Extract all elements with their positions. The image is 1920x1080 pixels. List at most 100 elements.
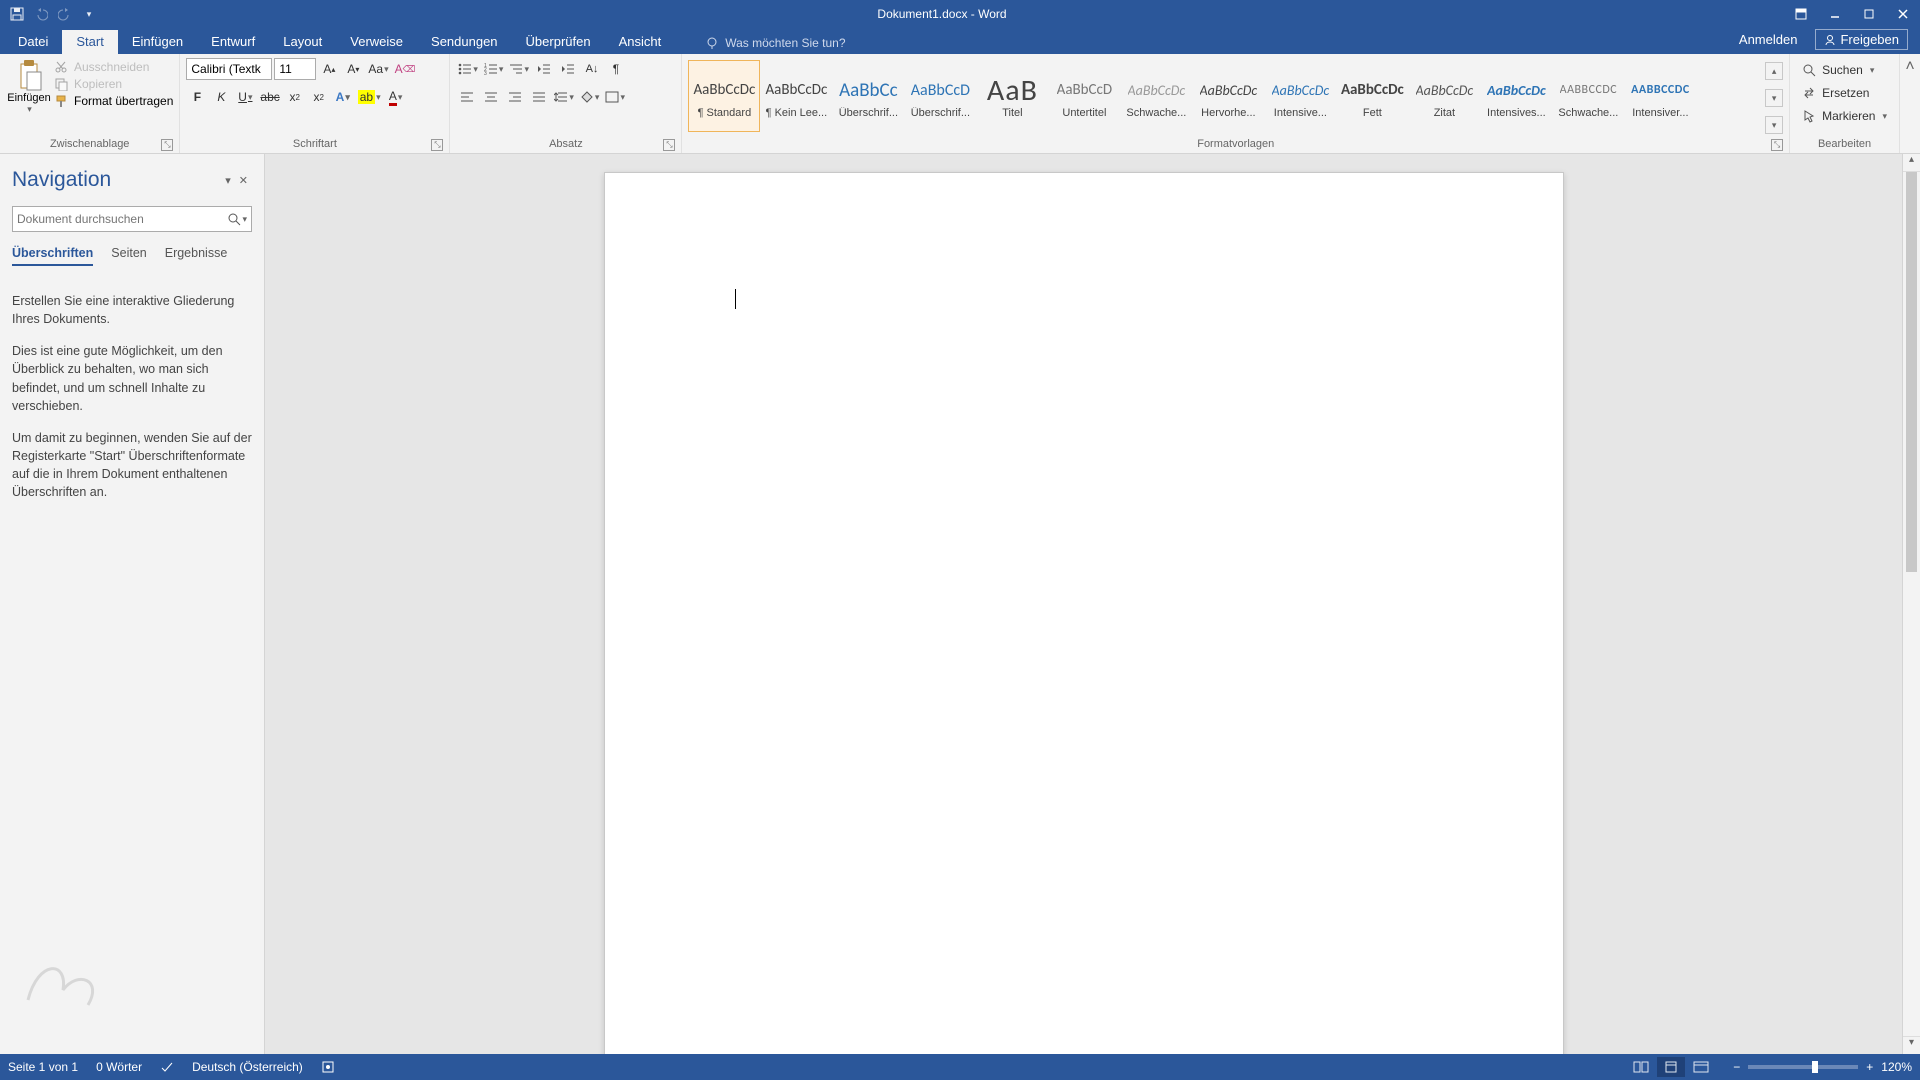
web-layout-icon[interactable] <box>1687 1057 1715 1077</box>
cut-button[interactable]: Ausschneiden <box>54 60 173 74</box>
style-item[interactable]: AABBCCDCSchwache... <box>1552 60 1624 132</box>
bold-button[interactable]: F <box>186 86 208 108</box>
dialog-launcher-icon[interactable]: ⤡ <box>1771 139 1783 151</box>
font-color-button[interactable]: A▾ <box>385 86 407 108</box>
macro-icon[interactable] <box>321 1060 335 1074</box>
collapse-ribbon-icon[interactable]: ˄ <box>1900 54 1920 153</box>
replace-button[interactable]: Ersetzen <box>1802 83 1887 103</box>
tell-me[interactable]: Was möchten Sie tun? <box>705 36 845 54</box>
style-item[interactable]: AaBTitel <box>976 60 1048 132</box>
align-left-button[interactable] <box>456 86 478 108</box>
undo-icon[interactable] <box>30 3 52 25</box>
paste-button[interactable]: Einfügen ▾ <box>6 58 52 115</box>
style-item[interactable]: AaBbCcDc¶ Standard <box>688 60 760 132</box>
increase-indent-button[interactable] <box>557 58 579 80</box>
font-name-input[interactable] <box>186 58 272 80</box>
change-case-button[interactable]: Aa▾ <box>366 58 390 80</box>
maximize-icon[interactable] <box>1852 0 1886 28</box>
tab-entwurf[interactable]: Entwurf <box>197 30 269 54</box>
ribbon-display-icon[interactable] <box>1784 0 1818 28</box>
shading-button[interactable]: ▾ <box>578 86 602 108</box>
dialog-launcher-icon[interactable]: ⤡ <box>431 139 443 151</box>
print-layout-icon[interactable] <box>1657 1057 1685 1077</box>
style-item[interactable]: AaBbCcDUntertitel <box>1048 60 1120 132</box>
scroll-up-icon[interactable]: ▴ <box>1903 154 1920 172</box>
find-button[interactable]: Suchen▾ <box>1802 60 1887 80</box>
scroll-thumb[interactable] <box>1906 172 1917 572</box>
shrink-font-button[interactable]: A▾ <box>342 58 364 80</box>
line-spacing-button[interactable]: ▾ <box>552 86 576 108</box>
justify-button[interactable] <box>528 86 550 108</box>
style-item[interactable]: AaBbCcDcIntensives... <box>1480 60 1552 132</box>
tab-layout[interactable]: Layout <box>269 30 336 54</box>
nav-tab-headings[interactable]: Überschriften <box>12 246 93 266</box>
status-words[interactable]: 0 Wörter <box>96 1060 142 1074</box>
sort-button[interactable]: A↓ <box>581 58 603 80</box>
style-item[interactable]: AABBCCDCIntensiver... <box>1624 60 1696 132</box>
nav-dropdown-icon[interactable]: ▾ <box>221 174 235 187</box>
nav-close-icon[interactable]: ✕ <box>235 174 252 187</box>
decrease-indent-button[interactable] <box>533 58 555 80</box>
nav-search[interactable]: ▾ <box>12 206 252 232</box>
zoom-thumb[interactable] <box>1812 1061 1818 1073</box>
borders-button[interactable]: ▾ <box>603 86 627 108</box>
numbering-button[interactable]: 123▾ <box>482 58 506 80</box>
status-page[interactable]: Seite 1 von 1 <box>8 1060 78 1074</box>
scroll-down-icon[interactable]: ▾ <box>1903 1036 1920 1054</box>
text-effects-button[interactable]: A▾ <box>332 86 354 108</box>
subscript-button[interactable]: x2 <box>284 86 306 108</box>
tab-einfuegen[interactable]: Einfügen <box>118 30 197 54</box>
show-marks-button[interactable]: ¶ <box>605 58 627 80</box>
style-item[interactable]: AaBbCcDc¶ Kein Lee... <box>760 60 832 132</box>
zoom-level[interactable]: 120% <box>1881 1060 1912 1074</box>
page[interactable] <box>604 172 1564 1054</box>
copy-button[interactable]: Kopieren <box>54 77 173 91</box>
qat-customize-icon[interactable]: ▾ <box>78 3 100 25</box>
read-mode-icon[interactable] <box>1627 1057 1655 1077</box>
highlight-button[interactable]: ab▾ <box>356 86 383 108</box>
status-language[interactable]: Deutsch (Österreich) <box>192 1060 303 1074</box>
style-item[interactable]: AaBbCcDÜberschrif... <box>904 60 976 132</box>
select-button[interactable]: Markieren▾ <box>1802 106 1887 126</box>
search-icon[interactable] <box>227 212 241 226</box>
multilevel-list-button[interactable]: ▾ <box>507 58 531 80</box>
styles-row-up-icon[interactable]: ▴ <box>1765 62 1783 80</box>
style-item[interactable]: AaBbCcDcFett <box>1336 60 1408 132</box>
style-item[interactable]: AaBbCcDcZitat <box>1408 60 1480 132</box>
style-item[interactable]: AaBbCcÜberschrif... <box>832 60 904 132</box>
chevron-down-icon[interactable]: ▾ <box>241 214 247 225</box>
align-right-button[interactable] <box>504 86 526 108</box>
redo-icon[interactable] <box>54 3 76 25</box>
zoom-slider[interactable] <box>1748 1065 1858 1069</box>
minimize-icon[interactable] <box>1818 0 1852 28</box>
vertical-scrollbar[interactable]: ▴ ▾ <box>1902 154 1920 1054</box>
tab-verweise[interactable]: Verweise <box>336 30 417 54</box>
format-painter-button[interactable]: Format übertragen <box>54 94 173 108</box>
font-size-input[interactable] <box>274 58 316 80</box>
style-item[interactable]: AaBbCcDcIntensive... <box>1264 60 1336 132</box>
sign-in-button[interactable]: Anmelden <box>1739 32 1798 47</box>
tab-ueberpruefen[interactable]: Überprüfen <box>512 30 605 54</box>
underline-button[interactable]: U▾ <box>234 86 256 108</box>
strikethrough-button[interactable]: abc <box>258 86 281 108</box>
dialog-launcher-icon[interactable]: ⤡ <box>663 139 675 151</box>
grow-font-button[interactable]: A▴ <box>318 58 340 80</box>
zoom-in-icon[interactable]: + <box>1866 1060 1873 1074</box>
clear-formatting-button[interactable]: A⌫ <box>393 58 418 80</box>
tab-ansicht[interactable]: Ansicht <box>605 30 676 54</box>
styles-row-down-icon[interactable]: ▾ <box>1765 89 1783 107</box>
dialog-launcher-icon[interactable]: ⤡ <box>161 139 173 151</box>
document-area[interactable] <box>265 154 1902 1054</box>
spellcheck-icon[interactable] <box>160 1060 174 1074</box>
style-item[interactable]: AaBbCcDcHervorhe... <box>1192 60 1264 132</box>
tab-start[interactable]: Start <box>62 30 117 54</box>
nav-search-input[interactable] <box>17 212 227 226</box>
italic-button[interactable]: K <box>210 86 232 108</box>
tab-sendungen[interactable]: Sendungen <box>417 30 512 54</box>
close-icon[interactable] <box>1886 0 1920 28</box>
save-icon[interactable] <box>6 3 28 25</box>
align-center-button[interactable] <box>480 86 502 108</box>
share-button[interactable]: Freigeben <box>1815 29 1908 50</box>
bullets-button[interactable]: ▾ <box>456 58 480 80</box>
style-item[interactable]: AaBbCcDcSchwache... <box>1120 60 1192 132</box>
